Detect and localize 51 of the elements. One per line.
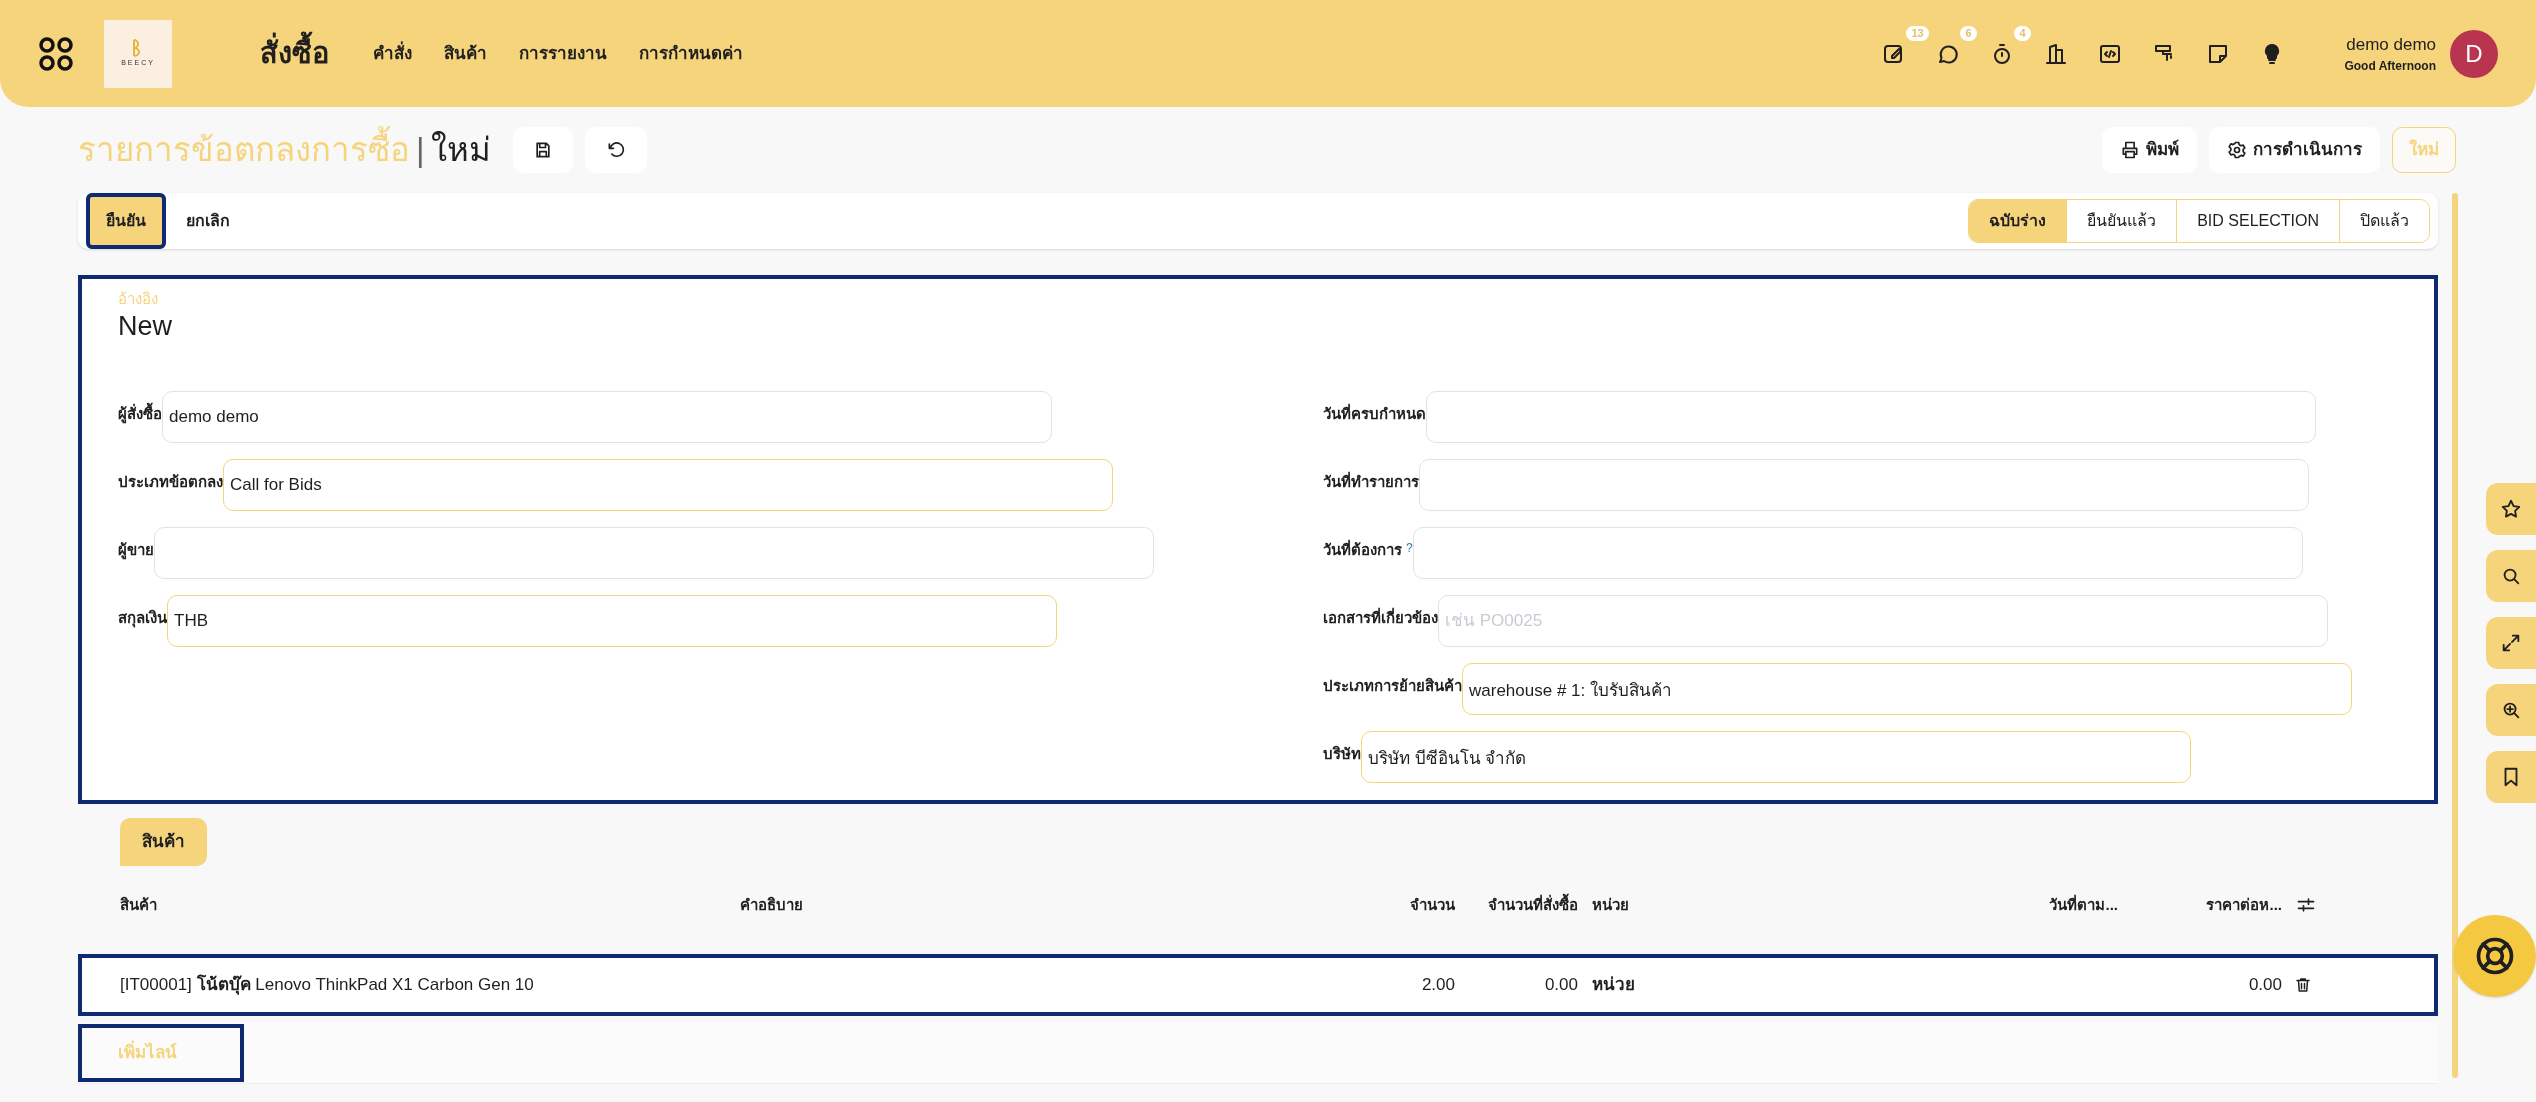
breadcrumb-separator: |: [416, 130, 425, 171]
field-label: สกุลเงิน: [118, 608, 167, 630]
menu-item[interactable]: สินค้า: [444, 40, 487, 67]
reference-label: อ้างอิง: [118, 289, 159, 309]
table-row[interactable]: [IT00001] โน้ตบุ๊ค Lenovo ThinkPad X1 Carbon Gen 10 2.00 0.00 หน่วย 0.00: [78, 954, 2438, 1016]
field-label: ผู้ขาย: [118, 540, 154, 562]
column-header[interactable]: ราคาต่อห...: [2118, 893, 2282, 917]
column-header[interactable]: หน่วย: [1578, 893, 1878, 917]
column-header[interactable]: สินค้า: [120, 893, 740, 917]
record-title: ใหม่: [430, 130, 491, 171]
table-cell-text: 0.00: [1543, 974, 1578, 997]
input-field[interactable]: warehouse # 1: ใบรับสินค้า: [1462, 663, 2352, 715]
column-header[interactable]: วันที่ตาม...: [1878, 893, 2118, 917]
field-label: วันที่ทำรายการ: [1323, 471, 1419, 492]
status-stage[interactable]: ปิดแล้ว: [2339, 200, 2429, 242]
field-label: วันที่ครบกำหนด: [1323, 403, 1426, 424]
print-button[interactable]: พิมพ์: [2102, 127, 2197, 173]
badge: 6: [1960, 25, 1977, 41]
field-label: ประเภทการย้ายสินค้า: [1323, 676, 1462, 696]
input-field[interactable]: บริษัท บีซีอินโน จำกัด: [1361, 731, 2191, 783]
field-label: วันที่ต้องการ: [1323, 539, 1402, 560]
column-header[interactable]: จำนวนที่สั่งซื้อ: [1455, 893, 1578, 917]
status-stage[interactable]: ฉบับร่าง: [1969, 200, 2067, 242]
menu-item[interactable]: การกำหนดค่า: [639, 40, 743, 67]
input-field[interactable]: THB: [167, 595, 1057, 647]
table-cell-text: [IT00001] โน้ตบุ๊ค Lenovo ThinkPad X1 Carbon Gen 10: [120, 973, 535, 997]
help-mark[interactable]: ?: [1406, 539, 1413, 557]
greeting: Good Afternoon: [2344, 58, 2436, 76]
cancel-button[interactable]: ยกเลิก: [166, 193, 250, 249]
column-header[interactable]: จำนวน: [1340, 893, 1455, 917]
tab[interactable]: สินค้า: [120, 818, 207, 866]
input-field[interactable]: demo demo: [162, 391, 1052, 443]
input-field[interactable]: Call for Bids: [223, 459, 1113, 511]
table-cell-text: 0.00: [2247, 974, 2282, 997]
table-cell-text: หน่วย: [1591, 974, 1636, 997]
action-button[interactable]: การดำเนินการ: [2209, 127, 2380, 173]
badge: 13: [1906, 25, 1929, 41]
badge: 4: [2014, 25, 2031, 41]
avatar[interactable]: D: [2450, 29, 2498, 78]
menu-item[interactable]: การรายงาน: [519, 40, 607, 67]
app-title[interactable]: สั่งซื้อ: [260, 31, 329, 76]
field-label: ผู้สั่งซื้อ: [118, 403, 162, 426]
user-name: demo demo: [2346, 33, 2436, 56]
field-label: เอกสารที่เกี่ยวข้อง: [1323, 607, 1438, 628]
menu-item[interactable]: คำสั่ง: [373, 40, 412, 67]
column-header[interactable]: คำอธิบาย: [740, 893, 1340, 917]
field-label: ประเภทข้อตกลง: [118, 472, 223, 492]
table-cell-text: 2.00: [1420, 974, 1455, 997]
reference-value: New: [118, 310, 173, 343]
field-label: บริษัท: [1323, 744, 1361, 764]
confirm-button[interactable]: ยืนยัน: [86, 193, 166, 249]
